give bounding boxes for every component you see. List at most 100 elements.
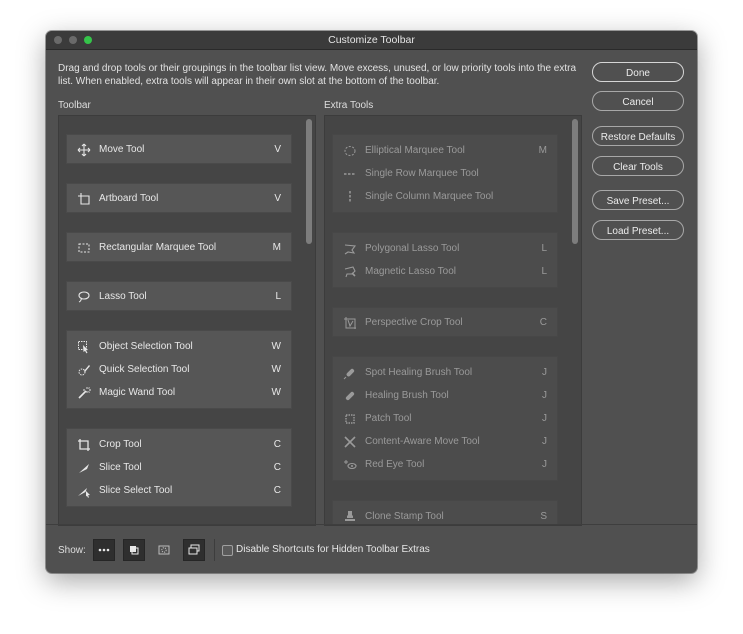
tool-shortcut-key: S (540, 511, 547, 522)
tool-group[interactable]: Perspective Crop Tool C (332, 307, 558, 337)
tool-name: Red Eye Tool (365, 459, 425, 470)
crop-icon (77, 438, 91, 452)
toolbar-list-scrollbar[interactable] (306, 119, 312, 244)
tool-name: Slice Select Tool (99, 485, 173, 496)
tool-row[interactable]: Magnetic Lasso Tool L (333, 261, 557, 283)
rect-marquee-icon (77, 241, 91, 255)
tool-name: Lasso Tool (99, 291, 147, 302)
tool-shortcut-key: C (273, 439, 281, 450)
tool-row[interactable]: Artboard Tool V (67, 188, 291, 210)
tool-group[interactable]: Crop Tool C Slice Tool C Slice Select Tool C (66, 428, 292, 507)
magic-wand-icon (77, 386, 91, 400)
tool-row[interactable]: Slice Select Tool C (67, 480, 291, 502)
tool-shortcut-key: L (541, 243, 547, 254)
tool-name: Move Tool (99, 144, 145, 155)
tool-name: Rectangular Marquee Tool (99, 242, 217, 253)
clone-stamp-icon (343, 510, 357, 524)
magnetic-lasso-icon (343, 265, 357, 279)
extra-tools-list[interactable]: Elliptical Marquee Tool M Single Row Marqu… (324, 115, 582, 526)
tool-shortcut-key: J (542, 436, 547, 447)
tool-row[interactable]: Magic Wand Tool W (67, 382, 291, 404)
tool-group[interactable]: Object Selection Tool W Quick Selection To… (66, 330, 292, 409)
single-column-marquee-icon (343, 190, 357, 204)
object-selection-icon (77, 340, 91, 354)
tool-shortcut-key: V (274, 193, 281, 204)
tool-group[interactable]: Polygonal Lasso Tool L Magnetic Lasso Tool… (332, 232, 558, 288)
tool-row[interactable]: Quick Selection Tool W (67, 359, 291, 381)
show-extra-tools-button[interactable] (93, 539, 115, 561)
tool-shortcut-key: C (273, 485, 281, 496)
footer-divider (46, 524, 697, 525)
slice-icon (77, 461, 91, 475)
tool-shortcut-key: C (539, 317, 547, 328)
tool-group[interactable]: Elliptical Marquee Tool M Single Row Marqu… (332, 134, 558, 213)
tool-name: Clone Stamp Tool (365, 511, 444, 522)
quick-mask-icon (158, 545, 170, 555)
tool-row[interactable]: Move Tool V (67, 139, 291, 161)
tool-row[interactable]: Red Eye Tool J (333, 454, 557, 476)
tool-name: Single Column Marquee Tool (365, 191, 494, 202)
tool-name: Content-Aware Move Tool (365, 436, 480, 447)
tool-row[interactable]: Slice Tool C (67, 457, 291, 479)
tool-group[interactable]: Spot Healing Brush Tool J Healing Brush To… (332, 356, 558, 481)
tool-name: Crop Tool (99, 439, 142, 450)
tool-row[interactable]: Rectangular Marquee Tool M (67, 237, 291, 259)
tool-row[interactable]: Healing Brush Tool J (333, 385, 557, 407)
artboard-icon (77, 192, 91, 206)
tool-row[interactable]: Perspective Crop Tool C (333, 312, 557, 334)
save-preset-button[interactable]: Save Preset... (592, 190, 684, 210)
title-bar: Customize Toolbar (46, 31, 697, 50)
show-label: Show: (58, 545, 86, 556)
tool-row[interactable]: Content-Aware Move Tool J (333, 431, 557, 453)
patch-icon (343, 412, 357, 426)
extra-tools-list-scrollbar[interactable] (572, 119, 578, 244)
window-title: Customize Toolbar (328, 34, 415, 46)
done-button[interactable]: Done (592, 62, 684, 82)
customize-toolbar-dialog: Customize Toolbar Drag and drop tools or… (46, 31, 697, 573)
disable-shortcuts-label[interactable]: Disable Shortcuts for Hidden Toolbar Ext… (236, 544, 430, 555)
tool-row[interactable]: Crop Tool C (67, 434, 291, 456)
content-aware-move-icon (343, 435, 357, 449)
quick-selection-icon (77, 363, 91, 377)
tool-name: Quick Selection Tool (99, 364, 190, 375)
tool-row[interactable]: Single Row Marquee Tool (333, 163, 557, 185)
tool-name: Slice Tool (99, 462, 142, 473)
tool-shortcut-key: W (271, 387, 281, 398)
tool-group[interactable]: Rectangular Marquee Tool M (66, 232, 292, 262)
tool-group[interactable]: Move Tool V (66, 134, 292, 164)
tool-row[interactable]: Polygonal Lasso Tool L (333, 238, 557, 260)
toolbar-column-label: Toolbar (58, 100, 91, 111)
load-preset-button[interactable]: Load Preset... (592, 220, 684, 240)
healing-brush-icon (343, 389, 357, 403)
slice-select-icon (77, 484, 91, 498)
tool-row[interactable]: Single Column Marquee Tool (333, 186, 557, 208)
tool-row[interactable]: Patch Tool J (333, 408, 557, 430)
cancel-button[interactable]: Cancel (592, 91, 684, 111)
tool-name: Perspective Crop Tool (365, 317, 463, 328)
tool-shortcut-key: J (542, 367, 547, 378)
tool-name: Healing Brush Tool (365, 390, 449, 401)
tool-shortcut-key: L (541, 266, 547, 277)
tool-row[interactable]: Object Selection Tool W (67, 336, 291, 358)
tool-row[interactable]: Spot Healing Brush Tool J (333, 362, 557, 384)
disable-shortcuts-checkbox[interactable] (222, 545, 233, 556)
screen-mode-icon (188, 544, 200, 555)
tool-row[interactable]: Clone Stamp Tool S (333, 506, 557, 525)
tool-shortcut-key: M (538, 145, 547, 156)
clear-tools-button[interactable]: Clear Tools (592, 156, 684, 176)
tool-row[interactable]: Elliptical Marquee Tool M (333, 140, 557, 162)
show-screen-mode-button[interactable] (183, 539, 205, 561)
restore-defaults-button[interactable]: Restore Defaults (592, 126, 684, 146)
tool-name: Artboard Tool (99, 193, 159, 204)
show-quick-mask-button[interactable] (153, 539, 175, 561)
tool-group[interactable]: Artboard Tool V (66, 183, 292, 213)
tool-name: Polygonal Lasso Tool (365, 243, 460, 254)
toolbar-list[interactable]: Move Tool V Artboard Tool V Rectangular Marq… (58, 115, 316, 526)
tool-row[interactable]: Lasso Tool L (67, 286, 291, 308)
tool-shortcut-key: J (542, 413, 547, 424)
single-row-marquee-icon (343, 167, 357, 181)
show-foreground-background-button[interactable] (123, 539, 145, 561)
tool-group[interactable]: Lasso Tool L (66, 281, 292, 311)
tool-name: Magic Wand Tool (99, 387, 176, 398)
tool-group[interactable]: Clone Stamp Tool SS (332, 500, 558, 525)
